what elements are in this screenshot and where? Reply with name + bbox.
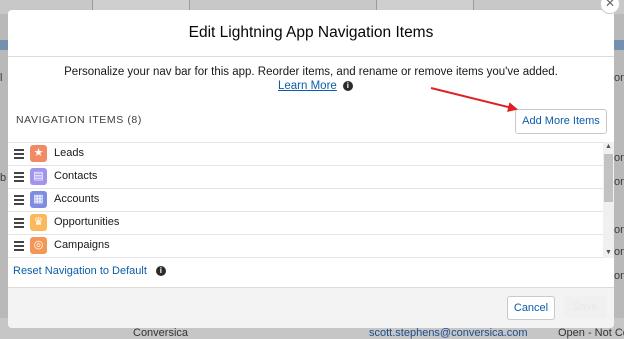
annotation-arrow-icon bbox=[430, 87, 518, 112]
